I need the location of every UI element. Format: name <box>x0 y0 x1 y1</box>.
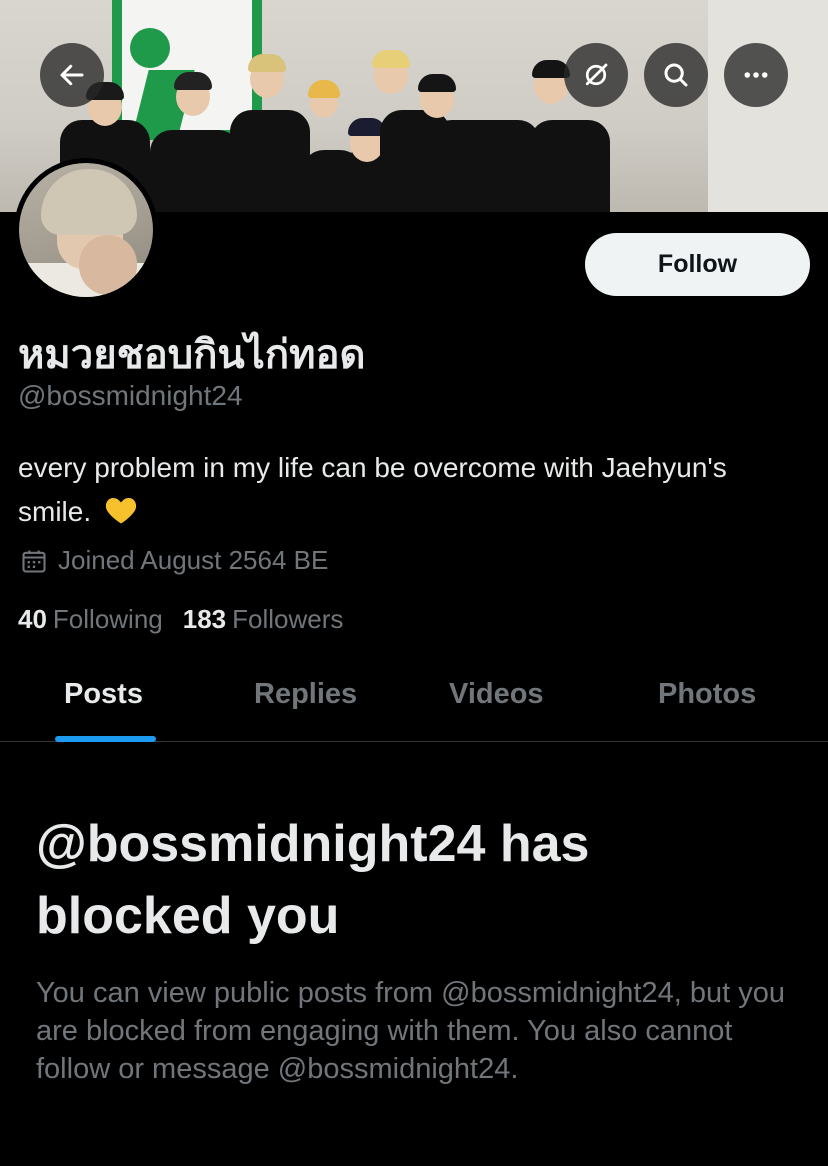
tab-replies[interactable]: Replies <box>254 678 357 711</box>
banner-exit-figure-head <box>130 28 170 68</box>
active-tab-indicator <box>55 736 156 742</box>
tab-videos[interactable]: Videos <box>449 678 544 711</box>
following-link[interactable]: 40 Following <box>18 604 163 635</box>
search-button[interactable] <box>644 43 708 107</box>
yellow-heart-icon <box>105 498 137 524</box>
tab-posts[interactable]: Posts <box>64 678 143 711</box>
calendar-icon <box>22 550 46 573</box>
avatar-image <box>19 163 153 297</box>
following-label: Following <box>52 604 163 634</box>
follow-button[interactable]: Follow <box>585 233 810 296</box>
blocked-message: You can view public posts from @bossmidn… <box>36 977 785 1085</box>
profile-stats: 40 Following 183 Followers <box>18 604 363 635</box>
blocked-title: @bossmidnight24 has blocked you <box>36 815 590 945</box>
avatar[interactable] <box>14 158 158 302</box>
following-count: 40 <box>18 604 47 634</box>
back-button[interactable] <box>40 43 104 107</box>
followers-label: Followers <box>232 604 344 634</box>
grok-icon <box>585 63 608 86</box>
more-button[interactable] <box>724 43 788 107</box>
arrow-left-icon <box>60 64 84 86</box>
search-icon <box>664 63 688 87</box>
joined-text: Joined August 2564 BE <box>58 545 329 575</box>
display-name: หมวยชอบกินไก่ทอด <box>18 333 366 377</box>
followers-count: 183 <box>182 604 227 634</box>
joined-date: Joined August 2564 BE <box>20 545 328 576</box>
grok-button[interactable] <box>564 43 628 107</box>
tab-photos[interactable]: Photos <box>658 678 756 711</box>
profile-tabs: Posts Replies Videos Photos <box>0 660 828 742</box>
followers-link[interactable]: 183 Followers <box>183 604 344 635</box>
profile-bio: every problem in my life can be overcome… <box>18 446 778 534</box>
more-icon <box>744 72 768 78</box>
banner-wall <box>708 0 828 212</box>
profile-handle: @bossmidnight24 <box>18 380 243 411</box>
